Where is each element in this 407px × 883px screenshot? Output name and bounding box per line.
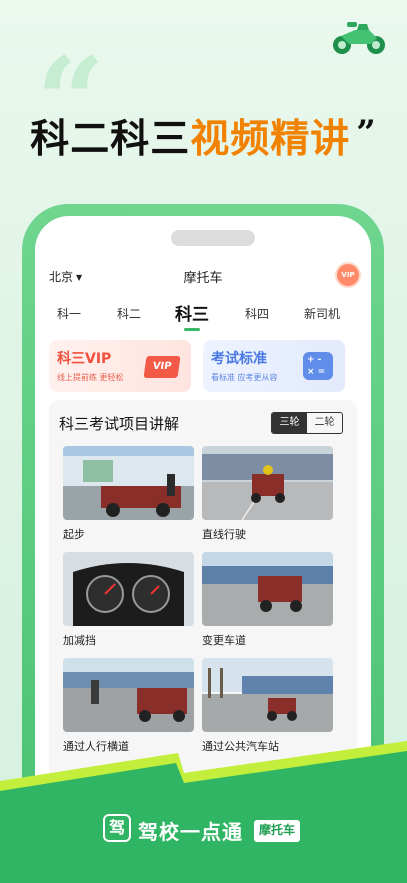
toggle-three-wheel[interactable]: 三轮 xyxy=(272,413,307,433)
tab-subject-2[interactable]: 科二 xyxy=(99,305,159,322)
video-thumbnail xyxy=(202,658,333,732)
toggle-two-wheel[interactable]: 二轮 xyxy=(307,413,342,433)
exam-standard-title: 考试标准 xyxy=(211,351,267,367)
subject-tabs: 科一 科二 科三 科四 新司机 xyxy=(35,300,371,331)
tab-new-driver[interactable]: 新司机 xyxy=(292,305,352,322)
exam-standard-subtitle: 看标准 应考更从容 xyxy=(211,373,278,382)
brand-name: 驾校一点通 xyxy=(138,820,243,844)
headline-black-text: 科二科三 xyxy=(30,117,191,162)
exam-standard-card[interactable]: 考试标准 看标准 应考更从容 + - × = xyxy=(203,340,345,392)
brand-logo-icon: 驾 xyxy=(103,814,131,842)
section-title: 科三考试项目讲解 xyxy=(59,415,180,433)
video-item-lane-change[interactable]: 变更车道 xyxy=(202,552,333,648)
vip-card-subtitle: 线上提前练 更轻松 xyxy=(57,373,124,382)
vehicle-type-toggle: 三轮 二轮 xyxy=(271,412,343,434)
tab-subject-1[interactable]: 科一 xyxy=(39,305,99,322)
app-top-bar: 北京 ▼ 摩托车 VIP xyxy=(35,264,371,288)
calculator-icon: + - × = xyxy=(303,352,333,380)
app-title: 摩托车 xyxy=(183,271,223,286)
vip-badge-button[interactable]: VIP xyxy=(337,264,359,286)
vip-icon: VIP xyxy=(143,356,181,378)
active-tab-indicator xyxy=(184,328,200,331)
motorcycle-icon xyxy=(333,22,385,54)
video-label: 直线行驶 xyxy=(202,528,246,541)
tab-subject-3[interactable]: 科三 xyxy=(162,300,222,325)
headline-orange-text: 视频精讲 xyxy=(190,117,351,162)
video-label: 加减挡 xyxy=(63,634,96,647)
video-thumbnail xyxy=(202,446,333,520)
decorative-quote-close: ” xyxy=(356,113,377,153)
brand-banner-background xyxy=(0,741,407,883)
video-item-straight-line[interactable]: 直线行驶 xyxy=(202,446,333,542)
brand-tag: 摩托车 xyxy=(254,820,301,842)
tab-subject-4[interactable]: 科四 xyxy=(227,305,287,322)
video-item-gear-shift[interactable]: 加减挡 xyxy=(63,552,194,648)
phone-notch xyxy=(171,230,255,246)
video-label: 起步 xyxy=(63,528,85,541)
video-label: 变更车道 xyxy=(202,634,246,647)
video-thumbnail xyxy=(63,658,194,732)
vip-card[interactable]: 科三VIP 线上提前练 更轻松 VIP xyxy=(49,340,191,392)
video-item-start[interactable]: 起步 xyxy=(63,446,194,542)
feature-cards: 科三VIP 线上提前练 更轻松 VIP 考试标准 看标准 应考更从容 + - ×… xyxy=(49,340,357,392)
vip-card-title: 科三VIP xyxy=(57,351,112,367)
hero-headline: 科二科三视频精讲” xyxy=(0,108,407,164)
video-thumbnail xyxy=(202,552,333,626)
video-thumbnail xyxy=(63,552,194,626)
video-thumbnail xyxy=(63,446,194,520)
